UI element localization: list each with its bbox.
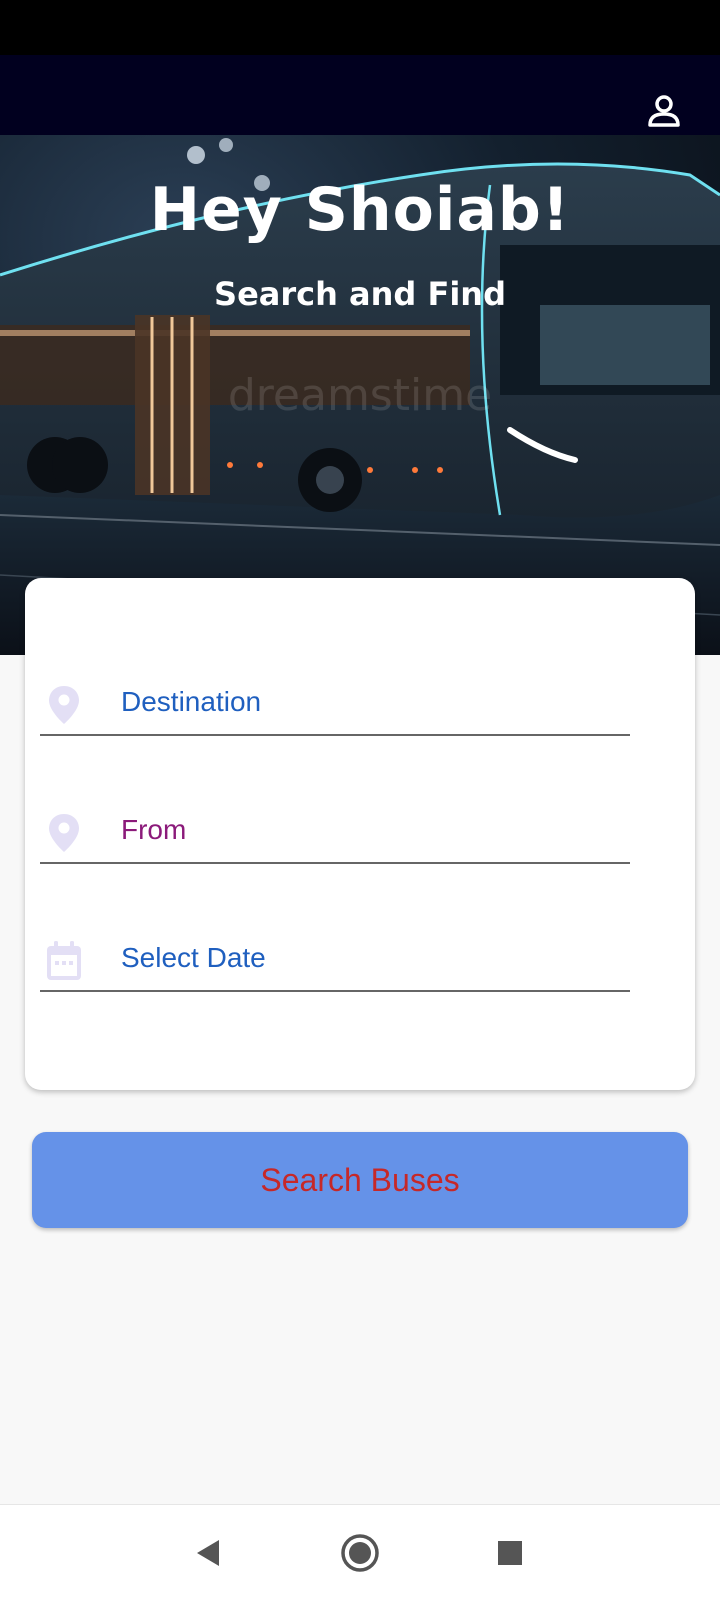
hero-subtitle: Search and Find: [214, 275, 506, 313]
search-buses-label: Search Buses: [260, 1161, 460, 1198]
destination-field[interactable]: Destination: [40, 676, 630, 736]
location-pin-icon: [49, 814, 79, 852]
svg-text:dreamstime: dreamstime: [228, 370, 492, 421]
date-text: Select Date: [121, 942, 266, 973]
home-button[interactable]: [336, 1529, 384, 1577]
recents-square-icon: [498, 1541, 522, 1565]
profile-button[interactable]: [644, 91, 684, 131]
from-field[interactable]: From: [40, 804, 630, 864]
greeting-title: Hey Shoiab!: [149, 175, 571, 245]
app-bar: [0, 55, 720, 135]
recents-button[interactable]: [486, 1529, 534, 1577]
from-text: From: [121, 814, 187, 845]
hero-banner: dreamstime Hey Shoiab! Search and Find: [0, 135, 720, 655]
system-nav-bar: [0, 1504, 720, 1600]
search-buses-button[interactable]: Search Buses: [32, 1132, 688, 1228]
calendar-icon: [47, 941, 81, 980]
date-field[interactable]: Select Date: [40, 932, 630, 992]
home-circle-icon: [341, 1534, 379, 1572]
location-pin-icon: [49, 686, 79, 724]
status-bar: [0, 0, 720, 55]
user-icon: [648, 95, 680, 127]
back-triangle-icon: [197, 1540, 219, 1566]
destination-text: Destination: [121, 686, 262, 717]
back-button[interactable]: [184, 1529, 232, 1577]
